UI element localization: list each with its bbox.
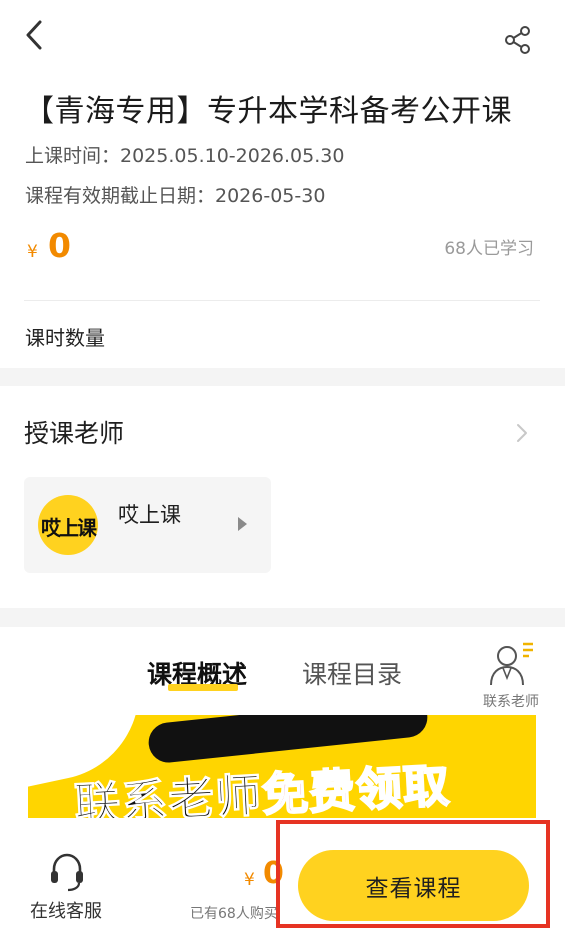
- online-service-button[interactable]: 在线客服: [26, 850, 106, 922]
- avatar-text: 哎上课: [41, 516, 97, 540]
- course-title: 【青海专用】专升本学科备考公开课: [24, 94, 512, 129]
- chevron-right-icon[interactable]: [512, 422, 530, 444]
- contact-teacher-button[interactable]: 联系老师: [480, 641, 542, 711]
- currency-symbol: ¥: [27, 242, 38, 262]
- teacher-item[interactable]: 哎上课 哎上课: [24, 477, 271, 573]
- teacher-contact-icon: [490, 642, 533, 686]
- divider: [24, 300, 540, 301]
- teacher-avatar: 哎上课: [38, 495, 98, 555]
- promo-banner[interactable]: 联系老师免费领取: [28, 715, 536, 825]
- headset-icon: [51, 853, 83, 892]
- banner-headline: 联系老师免费领取: [73, 749, 453, 825]
- top-bar: [0, 0, 565, 78]
- play-arrow-icon: [238, 517, 247, 531]
- teacher-name: 哎上课: [118, 503, 181, 527]
- price-row: ¥ 0 68人已学习: [24, 226, 540, 266]
- teacher-section-heading: 授课老师: [24, 419, 125, 448]
- course-info-section: 【青海专用】专升本学科备考公开课 上课时间：2025.05.10-2026.05…: [0, 78, 565, 368]
- course-expiry: 课程有效期截止日期：2026-05-30: [25, 185, 326, 207]
- learner-count: 68人已学习: [444, 239, 534, 259]
- view-course-button[interactable]: 查看课程: [298, 850, 529, 921]
- bottom-currency: ¥: [244, 870, 255, 890]
- online-service-label: 在线客服: [30, 901, 102, 922]
- purchase-count: 已有68人购买: [190, 906, 278, 922]
- banner-text-red: 免费领取: [260, 757, 453, 823]
- bottom-action-bar: 在线客服 ¥ 0 已有68人购买 查看课程: [0, 818, 565, 951]
- teacher-section: 授课老师 哎上课 哎上课: [0, 386, 565, 608]
- course-price: 0: [48, 226, 71, 265]
- tab-catalog[interactable]: 课程目录: [302, 655, 402, 691]
- share-icon[interactable]: [502, 24, 534, 56]
- active-tab-indicator: [168, 684, 238, 691]
- banner-text-black: 联系老师: [73, 768, 265, 825]
- class-hours-label: 课时数量: [25, 326, 105, 350]
- course-schedule: 上课时间：2025.05.10-2026.05.30: [25, 145, 345, 167]
- contact-teacher-label: 联系老师: [483, 694, 539, 710]
- chevron-left-icon[interactable]: [20, 18, 50, 52]
